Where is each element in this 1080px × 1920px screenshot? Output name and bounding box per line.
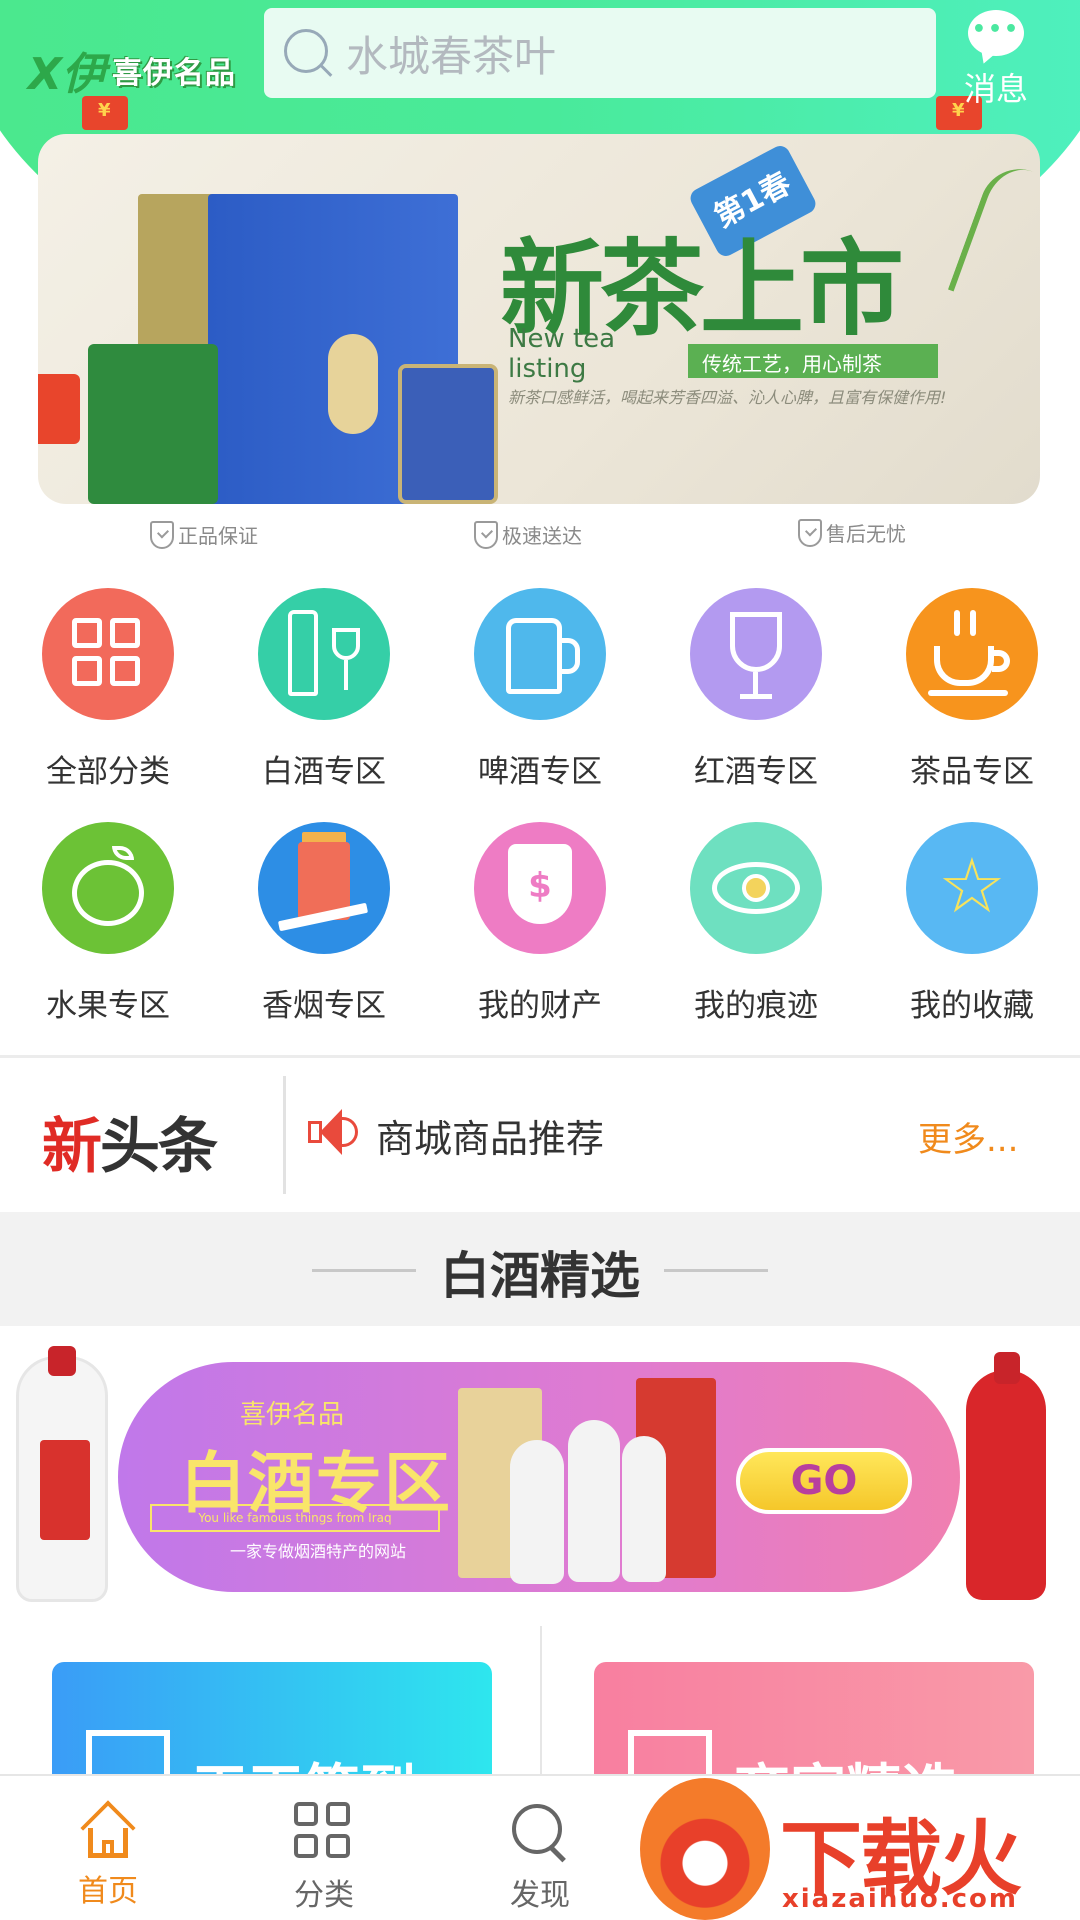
logo-mark-icon: X伊 (28, 49, 106, 100)
cigarette-icon (258, 822, 390, 954)
nav-label: 分类 (294, 1878, 354, 1913)
category-my-history[interactable]: 我的痕迹 (656, 822, 856, 1025)
nav-category[interactable]: 分类 (254, 1802, 394, 1914)
messages-label: 消息 (963, 70, 1028, 108)
messages-button[interactable]: ••• 消息 (956, 10, 1036, 110)
guarantee-item: 极速送达 (474, 520, 582, 549)
money-shield-icon: $ (474, 822, 606, 954)
red-envelope-icon (38, 374, 80, 444)
nav-home[interactable]: 首页 (38, 1800, 178, 1910)
category-beer[interactable]: 啤酒专区 (440, 588, 640, 791)
headline-logo: 新头条 (42, 1112, 218, 1182)
tea-can-image (398, 364, 498, 504)
tea-pack-image (88, 344, 218, 504)
shield-check-icon (150, 520, 174, 549)
shield-check-icon (798, 518, 822, 547)
nav-label: 发现 (510, 1878, 570, 1913)
category-cigarette[interactable]: 香烟专区 (224, 822, 424, 1025)
bottle-cap (994, 1352, 1020, 1384)
bottle-cap (48, 1346, 76, 1376)
category-fruit[interactable]: 水果专区 (8, 822, 208, 1025)
star-icon: ☆ (906, 822, 1038, 954)
app-logo[interactable]: X伊 喜伊名品 (28, 40, 236, 100)
search-icon (510, 1802, 570, 1862)
nav-label: 首页 (78, 1874, 138, 1909)
nav-discover[interactable]: 发现 (470, 1802, 610, 1914)
logo-text: 喜伊名品 (111, 56, 236, 91)
category-baijiu[interactable]: 白酒专区 (224, 588, 424, 791)
promo-english: You like famous things from Iraq (150, 1504, 440, 1532)
category-tea[interactable]: 茶品专区 (872, 588, 1072, 791)
gift-box-tag (328, 334, 378, 434)
category-my-favorites[interactable]: ☆ 我的收藏 (872, 822, 1072, 1025)
promo-subtitle: 一家专做烟酒特产的网站 (230, 1542, 407, 1561)
banner-description: 新茶口感鲜活，喝起来芳香四溢、沁人心脾，且富有保健作用! (508, 388, 947, 407)
banner-strip: 传统工艺，用心制茶 (688, 344, 938, 378)
search-placeholder: 水城春茶叶 (346, 31, 557, 81)
category-all[interactable]: 全部分类 (8, 588, 208, 791)
section-title: 白酒精选 (440, 1247, 640, 1305)
grid-icon (42, 588, 174, 720)
wine-glass-icon (690, 588, 822, 720)
apple-icon (42, 822, 174, 954)
category-wine[interactable]: 红酒专区 (656, 588, 856, 791)
headline-text[interactable]: 商城商品推荐 (376, 1108, 604, 1163)
section-header: 白酒精选 (0, 1212, 1080, 1326)
divider (283, 1076, 286, 1194)
hero-banner[interactable]: 第1春 新茶上市 New tea listing 传统工艺，用心制茶 新茶口感鲜… (38, 134, 1040, 504)
go-button[interactable]: GO (736, 1448, 912, 1514)
bottle-label (40, 1440, 90, 1540)
liquor-bottle-image (510, 1440, 564, 1584)
beer-mug-icon (474, 588, 606, 720)
guarantee-item: 正品保证 (150, 520, 258, 549)
category-my-assets[interactable]: $ 我的财产 (440, 822, 640, 1025)
shield-check-icon (474, 520, 498, 549)
liquor-bottle-image (568, 1420, 620, 1582)
grid-icon (294, 1802, 354, 1862)
liquor-bottle-image (622, 1436, 666, 1582)
search-icon (282, 27, 334, 79)
eye-icon (690, 822, 822, 954)
search-input[interactable]: 水城春茶叶 (264, 8, 936, 98)
red-envelope-icon (82, 96, 128, 130)
guarantee-bar: 正品保证 极速送达 售后无忧 (0, 516, 1080, 556)
divider (540, 1626, 542, 1776)
bamboo-leaf-icon (947, 157, 1040, 311)
tea-cup-icon (906, 588, 1038, 720)
home-icon (78, 1800, 138, 1858)
bottle-glass-icon (258, 588, 390, 720)
more-link[interactable]: 更多... (918, 1112, 1018, 1161)
watermark-url: xiazaihuo.com (782, 1884, 1018, 1914)
liquor-bottle-image (966, 1370, 1046, 1600)
watermark-flame-icon (640, 1778, 770, 1920)
speaker-icon (306, 1107, 362, 1157)
promo-brand: 喜伊名品 (240, 1400, 345, 1430)
divider (0, 1055, 1080, 1058)
banner-english: New tea listing (508, 324, 616, 384)
chat-bubble-icon: ••• (968, 10, 1024, 56)
guarantee-item: 售后无忧 (798, 518, 906, 547)
